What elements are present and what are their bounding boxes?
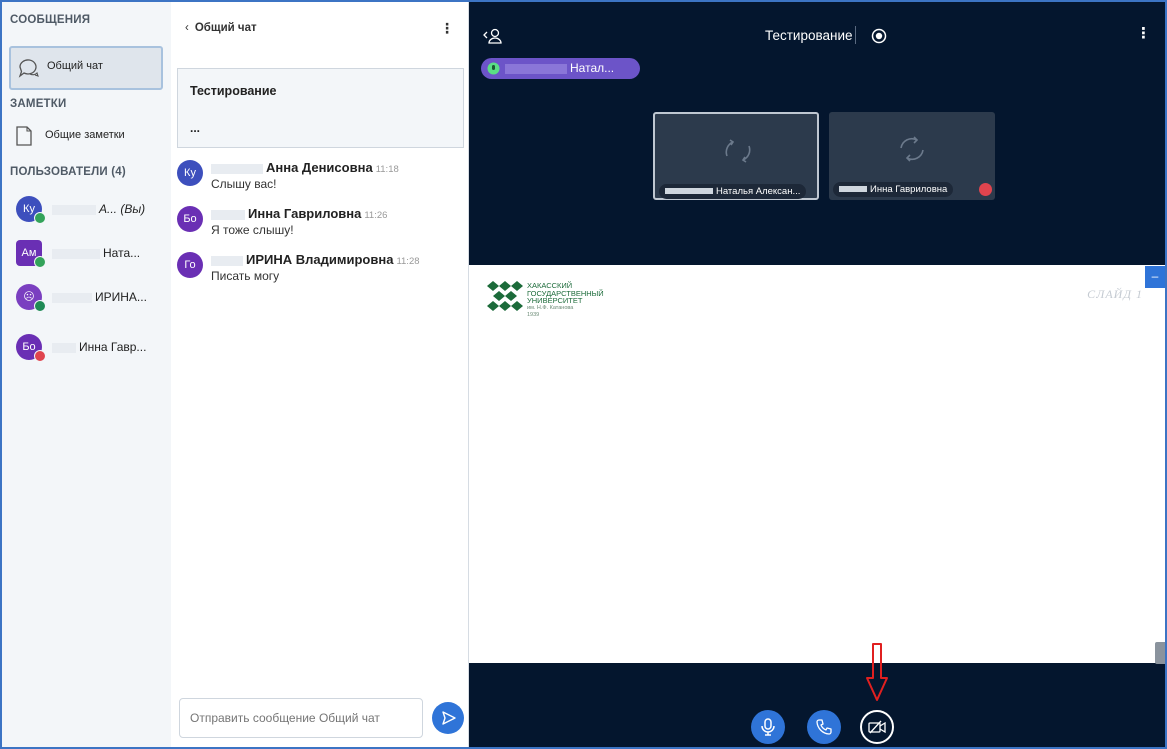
talker-name: Натал...: [505, 61, 614, 75]
chat-message: Ку Анна Денисовна 11:18 Слышу вас!: [177, 156, 462, 200]
expand-panel-handle[interactable]: [1155, 642, 1165, 664]
chat-message: Го ИРИНА Владимировна 11:28 Писать могу: [177, 248, 462, 292]
messages-section-title: СООБЩЕНИЯ: [10, 14, 91, 26]
mic-status-icon: [34, 212, 46, 224]
message-author: ИРИНА Владимировна 11:28: [211, 252, 420, 267]
video-tile[interactable]: Инна Гавриловна: [829, 112, 995, 200]
message-author: Анна Денисовна 11:18: [211, 160, 399, 175]
sidebar-item-shared-notes[interactable]: Общие заметки: [9, 121, 163, 151]
camera-off-icon: [868, 720, 886, 734]
meeting-title: Тестирование: [765, 28, 853, 43]
users-section-title: ПОЛЬЗОВАТЕЛИ (4): [10, 166, 126, 178]
headphones-status-icon: [34, 300, 46, 312]
notes-icon: [16, 126, 32, 146]
microphone-button[interactable]: [751, 710, 785, 744]
slide-number-label: СЛАЙД 1: [1087, 287, 1143, 301]
user-name: Ната...: [52, 246, 140, 260]
avatar: Го: [177, 252, 203, 278]
divider: [855, 26, 856, 44]
mic-status-icon: [34, 256, 46, 268]
record-icon[interactable]: [871, 28, 887, 44]
welcome-text: ...: [190, 121, 201, 135]
sidebar-item-public-chat[interactable]: Общий чат: [9, 46, 163, 90]
users-toggle-icon[interactable]: [483, 26, 503, 46]
annotation-arrow-icon: [866, 643, 888, 701]
sidebar-item-label: Общие заметки: [45, 129, 125, 141]
notes-section-title: ЗАМЕТКИ: [10, 98, 67, 110]
leave-audio-button[interactable]: [807, 710, 841, 744]
chat-header[interactable]: ‹ Общий чат: [185, 22, 257, 34]
connecting-icon: [725, 139, 751, 163]
minimize-presentation-button[interactable]: –: [1145, 266, 1165, 288]
phone-icon: [816, 719, 832, 735]
message-text: Я тоже слышу!: [211, 223, 294, 237]
chevron-left-icon[interactable]: ‹: [185, 22, 189, 34]
user-name: ИРИНА...: [52, 290, 147, 304]
user-list-item[interactable]: Ам Ната...: [12, 238, 172, 274]
send-icon: [442, 711, 456, 725]
send-button[interactable]: [432, 702, 464, 734]
chat-panel: ‹ Общий чат ⋮ Тестирование ... Ку Анна Де…: [171, 2, 469, 747]
meeting-area: Тестирование ⋮ Натал... Наталья Алексан.…: [469, 2, 1165, 747]
user-list-item[interactable]: Бо Инна Гавр...: [12, 332, 172, 368]
avatar: Бо: [177, 206, 203, 232]
message-text: Писать могу: [211, 269, 280, 283]
message-text: Слышу вас!: [211, 177, 277, 191]
welcome-message: Тестирование ...: [177, 68, 464, 148]
chat-message: Бо Инна Гавриловна 11:26 Я тоже слышу!: [177, 202, 462, 246]
video-tile[interactable]: Наталья Алексан...: [653, 112, 819, 200]
presentation-slide[interactable]: ХАКАССКИЙ ГОСУДАРСТВЕННЫЙ УНИВЕРСИТЕТ им…: [469, 265, 1165, 663]
university-logo: [487, 281, 523, 311]
university-name: ХАКАССКИЙ ГОСУДАРСТВЕННЫЙ УНИВЕРСИТЕТ им…: [527, 281, 604, 318]
mic-muted-icon: [34, 350, 46, 362]
user-name: А... (Вы): [52, 202, 145, 216]
user-list-item[interactable]: ☹ ИРИНА...: [12, 282, 172, 318]
video-tile-name: Инна Гавриловна: [833, 182, 954, 197]
microphone-icon: [761, 718, 775, 736]
user-list-item[interactable]: Ку А... (Вы): [12, 194, 172, 230]
welcome-title: Тестирование: [190, 84, 277, 98]
share-webcam-button[interactable]: [860, 710, 894, 744]
video-tile-name: Наталья Алексан...: [659, 184, 807, 199]
user-name: Инна Гавр...: [52, 340, 146, 354]
mic-muted-icon: [979, 183, 992, 196]
talking-indicator: Натал...: [481, 58, 640, 79]
avatar: Ку: [177, 160, 203, 186]
sidebar: СООБЩЕНИЯ Общий чат ЗАМЕТКИ Общие заметк…: [2, 2, 172, 747]
chat-bubble-icon: [18, 59, 39, 78]
more-vertical-icon[interactable]: ⋮: [1136, 24, 1151, 42]
chat-message-input[interactable]: [179, 698, 423, 738]
connecting-icon: [900, 136, 924, 162]
more-vertical-icon[interactable]: ⋮: [440, 20, 454, 37]
microphone-icon: [487, 62, 500, 75]
message-author: Инна Гавриловна 11:26: [211, 206, 387, 221]
sidebar-item-label: Общий чат: [47, 60, 103, 72]
